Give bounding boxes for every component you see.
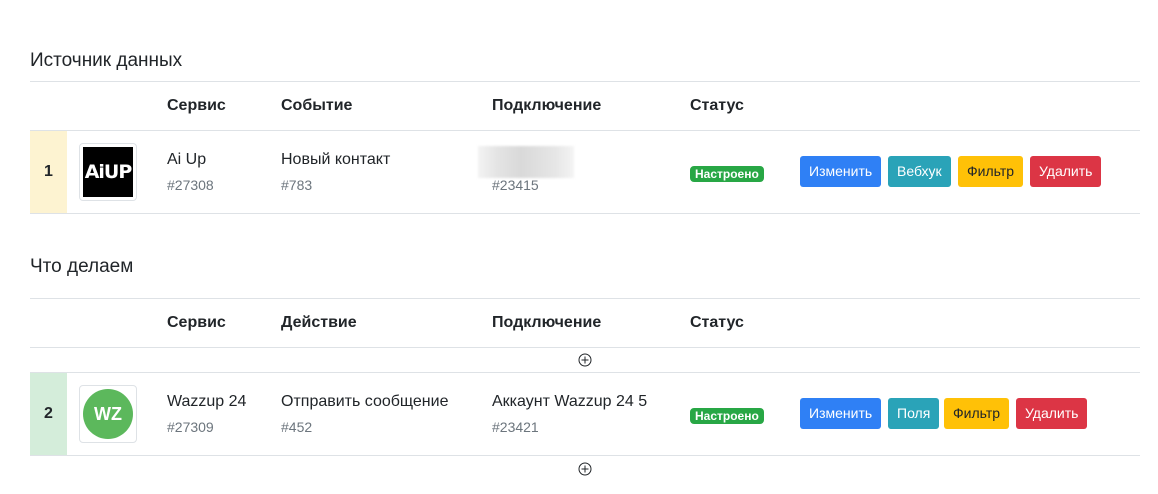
edit-button[interactable]: Изменить (800, 398, 882, 429)
delete-button[interactable]: Удалить (1016, 398, 1088, 429)
divider (30, 298, 1140, 299)
event-name: Новый контакт (281, 151, 391, 168)
service-name: Ai Up (167, 151, 207, 168)
filter-button[interactable]: Фильтр (958, 156, 1024, 187)
wazzup-logo-icon: WZ (83, 389, 133, 439)
divider (30, 81, 1140, 82)
header-event: Событие (281, 97, 353, 114)
header-service: Сервис (167, 97, 226, 114)
header-connection: Подключение (492, 314, 602, 331)
step-number: 2 (30, 373, 67, 455)
delete-button[interactable]: Удалить (1030, 156, 1102, 187)
status-badge: Настроено (690, 408, 764, 424)
service-id: #27309 (167, 419, 214, 435)
edit-button[interactable]: Изменить (800, 156, 882, 187)
service-name: Wazzup 24 (167, 393, 247, 410)
connection-name-redacted (478, 146, 574, 178)
add-step-icon[interactable] (578, 462, 592, 476)
action-section-title: Что делаем (30, 256, 134, 277)
filter-button[interactable]: Фильтр (944, 398, 1010, 429)
divider (30, 372, 1140, 373)
add-step-icon[interactable] (578, 353, 592, 367)
divider (30, 455, 1140, 456)
service-id: #27308 (167, 177, 214, 193)
action-id: #452 (281, 419, 313, 435)
service-logo: AiUP (79, 143, 137, 201)
status-badge: Настроено (690, 166, 764, 182)
connection-id: #23415 (492, 177, 539, 193)
connection-name: Аккаунт Wazzup 24 5 (492, 393, 648, 410)
divider (30, 347, 1140, 348)
header-status: Статус (690, 97, 744, 114)
webhook-button[interactable]: Вебхук (888, 156, 951, 187)
aiup-logo-icon: AiUP (83, 147, 133, 197)
header-action: Действие (281, 314, 357, 331)
source-section-title: Источник данных (30, 50, 183, 71)
event-id: #783 (281, 177, 313, 193)
step-number: 1 (30, 131, 67, 213)
header-status: Статус (690, 314, 744, 331)
header-connection: Подключение (492, 97, 602, 114)
header-service: Сервис (167, 314, 226, 331)
service-logo: WZ (79, 385, 137, 443)
fields-button[interactable]: Поля (888, 398, 940, 429)
divider (30, 130, 1140, 131)
connection-id: #23421 (492, 419, 539, 435)
action-name: Отправить сообщение (281, 393, 449, 410)
divider (30, 213, 1140, 214)
